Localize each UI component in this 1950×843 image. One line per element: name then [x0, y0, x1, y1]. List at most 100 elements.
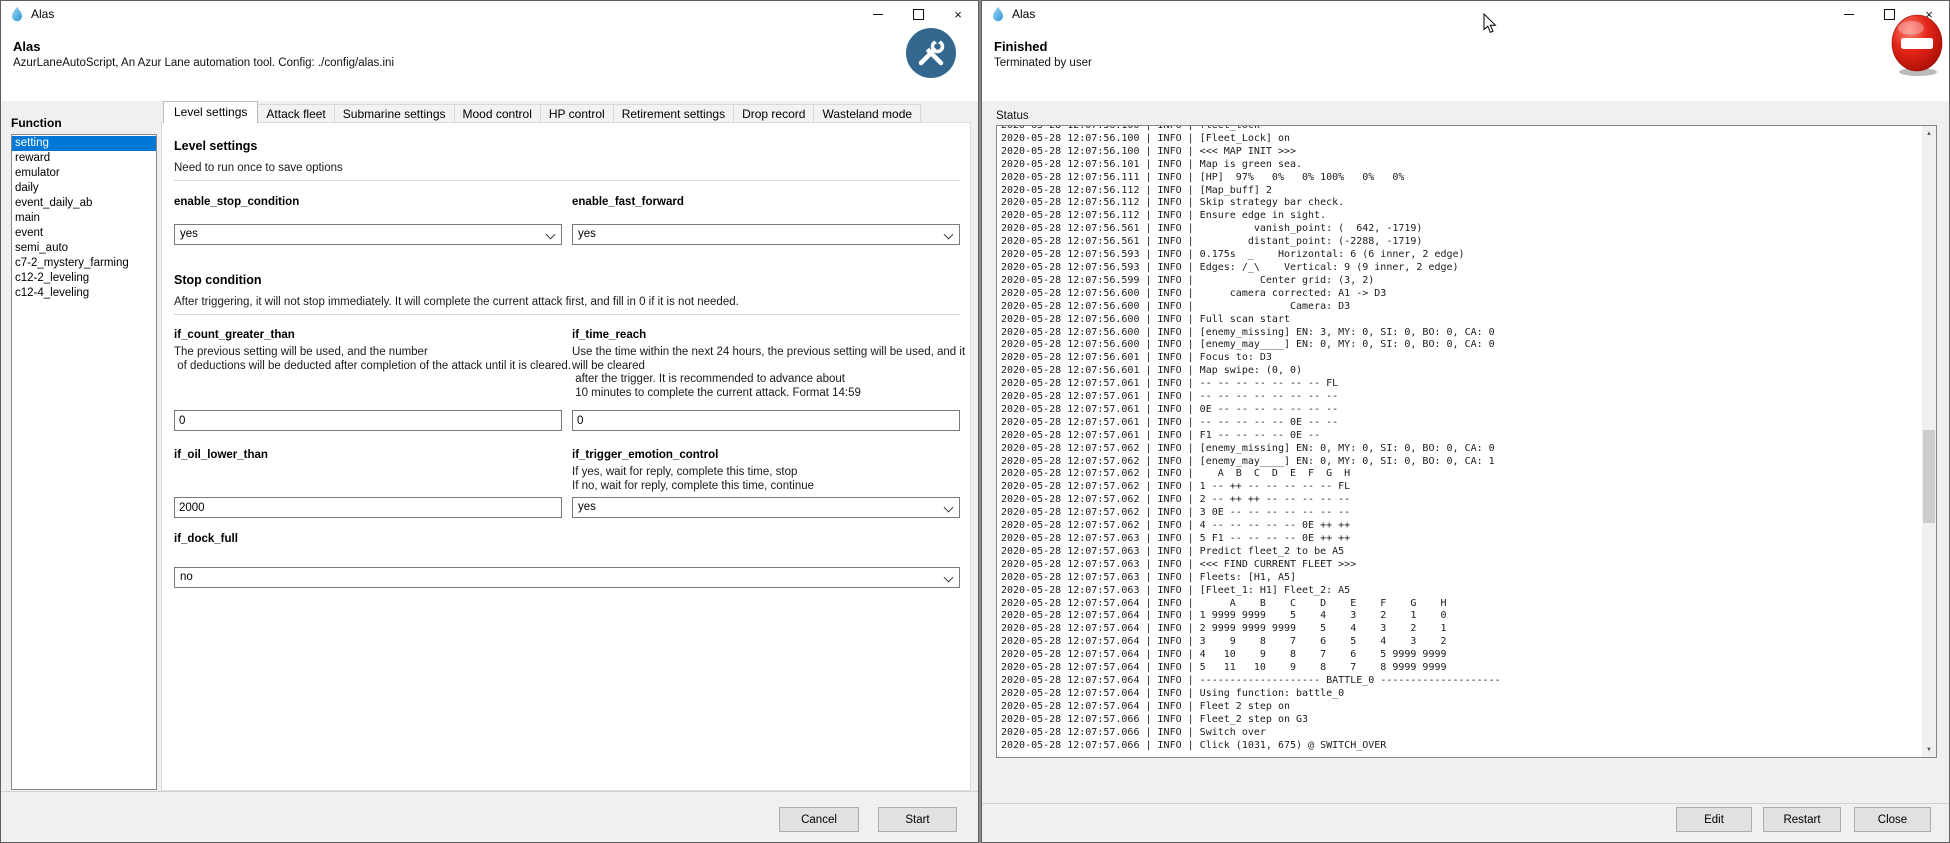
log-line: 2020-05-28 12:07:57.063 | INFO | <<< FIN… [1001, 559, 1919, 572]
log-line: 2020-05-28 12:07:57.062 | INFO | 1 -- ++… [1001, 481, 1919, 494]
log-line: 2020-05-28 12:07:57.062 | INFO | [enemy_… [1001, 456, 1919, 469]
maximize-button[interactable] [898, 1, 938, 27]
log-line: 2020-05-28 12:07:57.061 | INFO | 0E -- -… [1001, 404, 1919, 417]
alas-run-window: Alas × Finished Terminated by user Statu [981, 0, 1950, 843]
label-if-time-reach: if_time_reach [572, 329, 646, 341]
log-line: 2020-05-28 12:07:56.600 | INFO | [enemy_… [1001, 339, 1919, 352]
if-dock-full-select[interactable]: no [174, 567, 960, 588]
tab-retirement-settings[interactable]: Retirement settings [613, 104, 734, 123]
log-line: 2020-05-28 12:07:57.061 | INFO | -- -- -… [1001, 378, 1919, 391]
titlebar: Alas × [1, 1, 978, 27]
function-item-c12-2-leveling[interactable]: c12-2_leveling [12, 271, 156, 286]
select-value: no [180, 571, 193, 583]
tab-hp-control[interactable]: HP control [540, 104, 614, 123]
description-line: after the trigger. It is recommended to … [572, 373, 965, 387]
alas-logo-icon [990, 6, 1006, 22]
scroll-down-icon[interactable]: ▼ [1922, 742, 1936, 757]
select-value: yes [578, 228, 596, 240]
log-line: 2020-05-28 12:07:57.063 | INFO | 5 F1 --… [1001, 533, 1919, 546]
log-line: 2020-05-28 12:07:57.064 | INFO | 1 9999 … [1001, 610, 1919, 623]
log-line: 2020-05-28 12:07:57.064 | INFO | 4 10 9 … [1001, 649, 1919, 662]
divider [982, 803, 1949, 804]
close-button[interactable]: × [938, 1, 978, 27]
tab-attack-fleet[interactable]: Attack fleet [257, 104, 334, 123]
function-item-main[interactable]: main [12, 211, 156, 226]
log-line: 2020-05-28 12:07:57.063 | INFO | Fleets:… [1001, 572, 1919, 585]
chevron-down-icon [944, 573, 954, 583]
section-title-level-settings: Level settings [174, 139, 257, 153]
log-line: 2020-05-28 12:07:56.100 | INFO | <<< MAP… [1001, 146, 1919, 159]
log-line: 2020-05-28 12:07:56.111 | INFO | [HP] 97… [1001, 172, 1919, 185]
description-line: 10 minutes to complete the current attac… [572, 387, 965, 401]
scrollbar-thumb[interactable] [1923, 430, 1935, 523]
divider [174, 180, 960, 181]
description-line: of deductions will be deducted after com… [174, 360, 571, 374]
log-line: 2020-05-28 12:07:56.599 | INFO | Center … [1001, 275, 1919, 288]
enable-fast-forward-select[interactable]: yes [572, 224, 960, 245]
log-line: 2020-05-28 12:07:57.062 | INFO | 2 -- ++… [1001, 494, 1919, 507]
section-subtitle: After triggering, it will not stop immed… [174, 296, 739, 308]
function-item-event-daily-ab[interactable]: event_daily_ab [12, 196, 156, 211]
log-line: 2020-05-28 12:07:56.112 | INFO | Ensure … [1001, 210, 1919, 223]
header: Finished Terminated by user [982, 27, 1949, 101]
status-label: Status [996, 110, 1029, 122]
log-line: 2020-05-28 12:07:56.593 | INFO | Edges: … [1001, 262, 1919, 275]
window-title: Alas [31, 7, 54, 21]
function-item-setting[interactable]: setting [12, 136, 156, 151]
log-line: 2020-05-28 12:07:56.561 | INFO | distant… [1001, 236, 1919, 249]
tab-mood-control[interactable]: Mood control [454, 104, 541, 123]
function-item-c7-2-mystery-farming[interactable]: c7-2_mystery_farming [12, 256, 156, 271]
tab-level-settings[interactable]: Level settings [163, 101, 258, 123]
start-button[interactable]: Start [878, 807, 957, 832]
tab-wasteland-mode[interactable]: Wasteland mode [813, 104, 921, 123]
function-item-c12-4-leveling[interactable]: c12-4_leveling [12, 286, 156, 301]
titlebar: Alas × [982, 1, 1949, 27]
log-line: 2020-05-28 12:07:56.100 | INFO | [Fleet_… [1001, 133, 1919, 146]
if-oil-lower-than-input[interactable] [174, 497, 562, 518]
tab-submarine-settings[interactable]: Submarine settings [334, 104, 455, 123]
log-line: 2020-05-28 12:07:57.061 | INFO | -- -- -… [1001, 391, 1919, 404]
if-trigger-emotion-control-select[interactable]: yes [572, 497, 960, 518]
minimize-button[interactable] [1829, 1, 1869, 27]
restart-button[interactable]: Restart [1763, 807, 1841, 832]
settings-tabstrip: Level settings Attack fleet Submarine se… [164, 101, 921, 123]
divider [1, 791, 978, 792]
log-line: 2020-05-28 12:07:56.593 | INFO | 0.175s … [1001, 249, 1919, 262]
scroll-up-icon[interactable]: ▲ [1922, 126, 1936, 141]
function-item-emulator[interactable]: emulator [12, 166, 156, 181]
minimize-icon [1844, 14, 1854, 15]
chevron-down-icon [546, 230, 556, 240]
cancel-button[interactable]: Cancel [779, 807, 859, 832]
run-status-subtitle: Terminated by user [994, 57, 1092, 69]
function-item-daily[interactable]: daily [12, 181, 156, 196]
section-subtitle: Need to run once to save options [174, 162, 343, 174]
log-line: 2020-05-28 12:07:57.066 | INFO | Switch … [1001, 727, 1919, 740]
log-scrollbar[interactable]: ▲ ▼ [1922, 126, 1936, 757]
log-line: 2020-05-28 12:07:57.064 | INFO | A B C D… [1001, 598, 1919, 611]
function-panel-label: Function [11, 116, 62, 130]
page-subtitle: AzurLaneAutoScript, An Azur Lane automat… [13, 57, 394, 69]
function-item-semi-auto[interactable]: semi_auto [12, 241, 156, 256]
log-line: 2020-05-28 12:07:57.064 | INFO | 3 9 8 7… [1001, 636, 1919, 649]
log-line: 2020-05-28 12:07:57.064 | INFO | 2 9999 … [1001, 623, 1919, 636]
if-count-greater-than-input[interactable] [174, 410, 562, 431]
minimize-button[interactable] [858, 1, 898, 27]
label-enable-stop-condition: enable_stop_condition [174, 196, 299, 208]
desc-if-time-reach: Use the time within the next 24 hours, t… [572, 346, 965, 400]
log-line: 2020-05-28 12:07:56.600 | INFO | [enemy_… [1001, 327, 1919, 340]
enable-stop-condition-select[interactable]: yes [174, 224, 562, 245]
chevron-down-icon [944, 230, 954, 240]
label-if-trigger-emotion-control: if_trigger_emotion_control [572, 449, 718, 461]
maximize-icon [913, 9, 924, 20]
alas-logo-icon [9, 6, 25, 22]
edit-button[interactable]: Edit [1676, 807, 1752, 832]
level-settings-panel: Level settings Need to run once to save … [161, 122, 971, 791]
log-lines: 2020-05-28 12:07:56.100 | INFO | fleet_l… [1001, 125, 1919, 752]
if-time-reach-input[interactable] [572, 410, 960, 431]
tab-drop-record[interactable]: Drop record [733, 104, 814, 123]
log-line: 2020-05-28 12:07:57.064 | INFO | -------… [1001, 675, 1919, 688]
close-window-button[interactable]: Close [1854, 807, 1931, 832]
function-item-reward[interactable]: reward [12, 151, 156, 166]
log-line: 2020-05-28 12:07:56.112 | INFO | [Map_bu… [1001, 185, 1919, 198]
function-item-event[interactable]: event [12, 226, 156, 241]
